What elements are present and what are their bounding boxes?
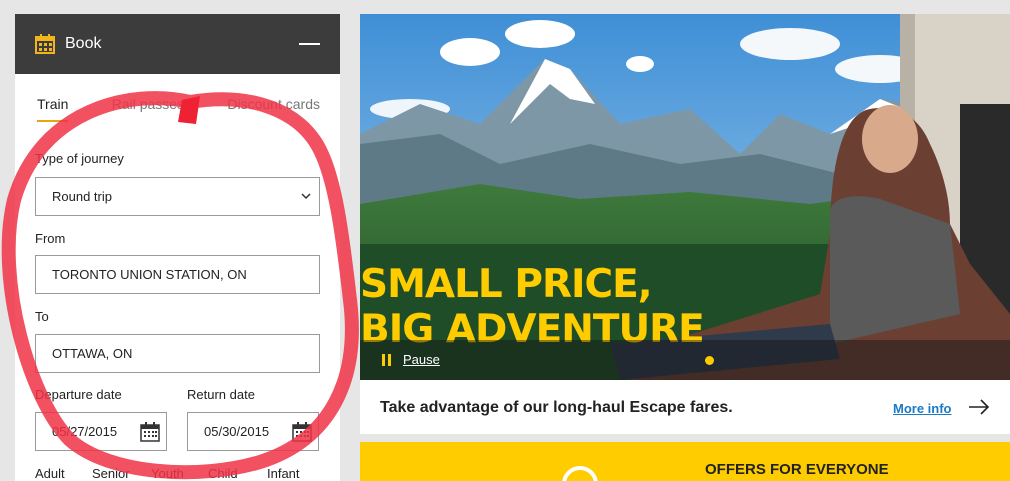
promo-text: Take advantage of our long-haul Escape f… xyxy=(380,399,733,416)
hero-headline-line1: SMALL PRICE, xyxy=(360,262,653,307)
passenger-senior-label: Senior xyxy=(92,466,130,481)
journey-type-select[interactable]: Round trip xyxy=(35,177,320,216)
to-label: To xyxy=(35,309,49,324)
booking-panel: Book Train Rail passes Discount cards Ty… xyxy=(15,14,340,481)
chevron-down-icon xyxy=(301,193,311,200)
hero-banner[interactable]: SMALL PRICE, BIG ADVENTURE Pause xyxy=(360,14,1010,380)
more-info-link[interactable]: More info xyxy=(893,401,952,416)
booking-title: Book xyxy=(65,35,102,52)
calendar-icon[interactable] xyxy=(292,422,312,442)
pause-icon[interactable] xyxy=(382,354,392,366)
departure-date-field[interactable]: 05/27/2015 xyxy=(35,412,167,451)
return-date-field[interactable]: 05/30/2015 xyxy=(187,412,319,451)
promo-strip: Take advantage of our long-haul Escape f… xyxy=(360,380,1010,434)
passenger-adult-label: Adult xyxy=(35,466,65,481)
tab-discount-cards[interactable]: Discount cards xyxy=(227,96,320,124)
passenger-infant-label: Infant xyxy=(267,466,300,481)
calendar-icon xyxy=(35,34,55,54)
hero-headline: SMALL PRICE, BIG ADVENTURE xyxy=(360,262,705,352)
return-date-value: 05/30/2015 xyxy=(204,424,270,439)
passenger-child-label: Child xyxy=(208,466,238,481)
booking-tabs: Train Rail passes Discount cards xyxy=(15,96,340,124)
from-label: From xyxy=(35,231,66,246)
from-value: TORONTO UNION STATION, ON xyxy=(52,267,247,282)
collapse-icon[interactable] xyxy=(299,43,320,45)
passenger-youth-label: Youth xyxy=(151,466,184,481)
carousel-dot[interactable] xyxy=(705,356,714,365)
arrow-right-icon[interactable] xyxy=(968,399,990,415)
to-field[interactable]: OTTAWA, ON xyxy=(35,334,320,373)
return-date-label: Return date xyxy=(187,387,255,402)
journey-type-label: Type of journey xyxy=(35,151,124,166)
to-value: OTTAWA, ON xyxy=(52,346,133,361)
booking-header[interactable]: Book xyxy=(15,14,340,74)
journey-type-value: Round trip xyxy=(52,189,112,204)
departure-date-label: Departure date xyxy=(35,387,122,402)
offers-strip[interactable]: OFFERS FOR EVERYONE xyxy=(360,442,1010,481)
offers-title: OFFERS FOR EVERYONE xyxy=(705,461,889,478)
tab-train[interactable]: Train xyxy=(37,96,69,124)
tab-rail-passes[interactable]: Rail passes xyxy=(112,96,184,124)
pause-link[interactable]: Pause xyxy=(403,352,440,367)
offers-icon xyxy=(562,466,598,481)
from-field[interactable]: TORONTO UNION STATION, ON xyxy=(35,255,320,294)
hero-controls: Pause xyxy=(360,340,1010,380)
calendar-icon[interactable] xyxy=(140,422,160,442)
departure-date-value: 05/27/2015 xyxy=(52,424,118,439)
